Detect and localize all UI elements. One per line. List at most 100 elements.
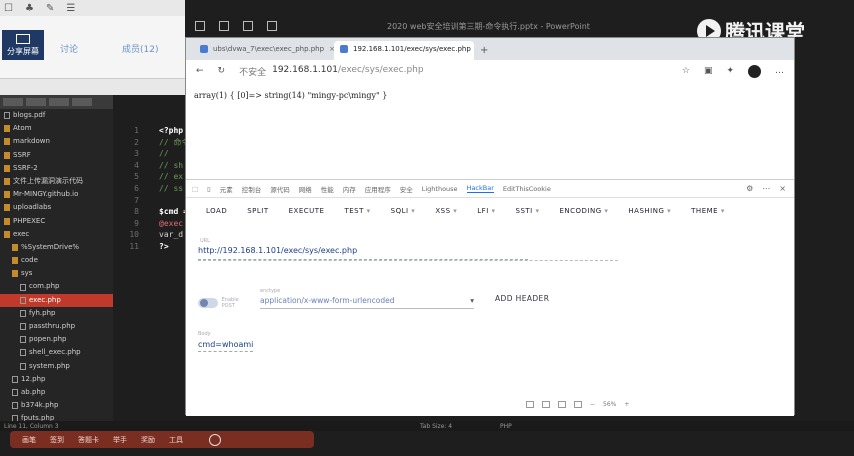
hackbar-url-field[interactable]: http://192.168.1.101/exec/sys/exec.php: [198, 246, 528, 260]
tree-folder[interactable]: sys: [0, 267, 113, 280]
tree-folder[interactable]: SSRF-2: [0, 162, 113, 175]
more-icon[interactable]: …: [775, 66, 784, 76]
toolbar-button[interactable]: [26, 98, 46, 106]
menu-icon[interactable]: ☰: [66, 3, 75, 14]
browser-tab[interactable]: ubs\dvwa_7\exec\exec_php.php ×: [194, 41, 334, 60]
inspect-icon[interactable]: ⬚: [192, 185, 198, 193]
reward-tool[interactable]: 奖励: [141, 435, 155, 445]
add-header-button[interactable]: ADD HEADER: [495, 294, 549, 303]
url-input[interactable]: 不安全 192.168.1.101/exec/sys/exec.php: [239, 65, 423, 78]
tree-file[interactable]: b374k.php: [0, 399, 113, 412]
devtools-tab[interactable]: EditThisCookie: [503, 185, 551, 193]
tree-file[interactable]: ab.php: [0, 386, 113, 399]
enable-post-toggle[interactable]: Enable POST: [198, 296, 250, 310]
hackbar-menu-item[interactable]: TEST: [344, 207, 370, 215]
hackbar-menu-item[interactable]: SSTI: [516, 207, 540, 215]
footer-icon[interactable]: [542, 401, 550, 408]
pen-icon[interactable]: ✎: [46, 3, 54, 14]
tree-folder[interactable]: uploadlabs: [0, 201, 113, 214]
new-tab-button[interactable]: +: [474, 41, 494, 60]
toggle-switch[interactable]: [198, 298, 218, 308]
tree-folder[interactable]: Atom: [0, 122, 113, 135]
tree-file[interactable]: exec.php: [0, 293, 113, 307]
toolbar-button[interactable]: [49, 98, 69, 106]
browser-tab-active[interactable]: 192.168.1.101/exec/sys/exec.php ×: [334, 41, 474, 60]
toolbar-button[interactable]: [3, 98, 23, 106]
tab-members[interactable]: 成员(12): [122, 42, 158, 55]
devtools-tab[interactable]: 元素: [220, 184, 233, 194]
hackbar-menu-item[interactable]: THEME: [691, 207, 725, 215]
star-icon[interactable]: ☆: [682, 66, 690, 76]
devtools-tab[interactable]: 安全: [400, 184, 413, 194]
devtools-tab[interactable]: 控制台: [242, 184, 262, 194]
tree-folder[interactable]: SSRF: [0, 149, 113, 162]
devtools-tab[interactable]: 网络: [299, 184, 312, 194]
footer-icon[interactable]: [574, 401, 582, 408]
hackbar-menu-item[interactable]: ENCODING: [560, 207, 609, 215]
tree-file[interactable]: popen.php: [0, 333, 113, 346]
tree-file[interactable]: blogs.pdf: [0, 109, 113, 122]
tree-folder[interactable]: markdown: [0, 135, 113, 148]
footer-icon[interactable]: [526, 401, 534, 408]
devtools-tab[interactable]: 应用程序: [365, 184, 391, 194]
tree-file[interactable]: com.php: [0, 280, 113, 293]
hackbar-menu-item[interactable]: EXECUTE: [289, 207, 325, 215]
hackbar-menu-item[interactable]: SPLIT: [247, 207, 268, 215]
more-icon[interactable]: ⋯: [762, 184, 770, 193]
hackbar-menu-item[interactable]: LOAD: [206, 207, 227, 215]
settings-icon[interactable]: ⚙: [746, 184, 753, 193]
tab-discussion[interactable]: 讨论: [60, 42, 78, 55]
hackbar-menu-item[interactable]: HASHING: [628, 207, 671, 215]
hackbar-body-field[interactable]: cmd=whoami: [198, 340, 254, 352]
tree-folder[interactable]: %SystemDrive%: [0, 241, 113, 254]
devtools-tab[interactable]: 源代码: [270, 184, 290, 194]
zoom-minus-icon[interactable]: −: [590, 401, 595, 408]
tree-file[interactable]: system.php: [0, 360, 113, 373]
raise-hand-tool[interactable]: 举手: [113, 435, 127, 445]
hackbar-menu-item[interactable]: SQLI: [391, 207, 416, 215]
power-icon[interactable]: [209, 433, 221, 446]
tab-size[interactable]: Tab Size: 4: [420, 423, 500, 430]
reload-icon[interactable]: ↻: [218, 66, 226, 76]
language-mode[interactable]: PHP: [500, 423, 512, 430]
pen-tool[interactable]: 画笔: [22, 435, 36, 445]
hackbar-menu-item[interactable]: LFI: [477, 207, 495, 215]
collections-icon[interactable]: ▣: [704, 66, 713, 76]
code-editor[interactable]: 1 2 3 4 5 6 7 8 9 10 11 <?php// 命令//// sh// ex// s…: [113, 95, 189, 421]
tree-folder[interactable]: Mr-MINGY.github.io: [0, 188, 113, 201]
tree-file[interactable]: passthru.php: [0, 320, 113, 333]
clover-icon[interactable]: ♣: [25, 3, 34, 14]
devtools-tab[interactable]: 性能: [321, 184, 334, 194]
tree-file[interactable]: shell_exec.php: [0, 346, 113, 359]
check-in-tool[interactable]: 签到: [50, 435, 64, 445]
tree-file[interactable]: fputs.php: [0, 412, 113, 421]
tree-folder[interactable]: PHPEXEC: [0, 215, 113, 228]
slideshow-icon[interactable]: [267, 21, 277, 31]
toolbar-button[interactable]: [72, 98, 92, 106]
zoom-plus-icon[interactable]: +: [624, 401, 629, 408]
tools-menu[interactable]: 工具: [169, 435, 183, 445]
profile-avatar[interactable]: [748, 64, 761, 78]
device-icon[interactable]: ▯: [207, 185, 211, 193]
redo-icon[interactable]: [243, 21, 253, 31]
undo-icon[interactable]: [219, 21, 229, 31]
close-icon[interactable]: ×: [779, 184, 786, 193]
tree-folder[interactable]: 文件上传漏洞演示代码: [0, 175, 113, 188]
tree-folder[interactable]: exec: [0, 228, 113, 241]
tree-file[interactable]: 12.php: [0, 373, 113, 386]
save-icon[interactable]: [195, 21, 205, 31]
not-secure-label[interactable]: 不安全: [239, 65, 266, 78]
devtools-tab[interactable]: HackBar: [466, 184, 494, 193]
extension-icon[interactable]: ✦: [726, 66, 734, 76]
devtools-tab[interactable]: Lighthouse: [422, 185, 458, 193]
tree-folder[interactable]: code: [0, 254, 113, 267]
footer-icon[interactable]: [558, 401, 566, 408]
answer-card-tool[interactable]: 答题卡: [78, 435, 99, 445]
tree-file[interactable]: fyh.php: [0, 307, 113, 320]
back-icon[interactable]: ←: [196, 66, 204, 76]
window-icon[interactable]: ☐: [4, 3, 13, 14]
hackbar-menu-item[interactable]: XSS: [435, 207, 457, 215]
share-screen-button[interactable]: 分享屏幕: [2, 30, 44, 60]
devtools-tab[interactable]: 内存: [343, 184, 356, 194]
enctype-select[interactable]: application/x-www-form-urlencoded ▾: [260, 296, 474, 309]
